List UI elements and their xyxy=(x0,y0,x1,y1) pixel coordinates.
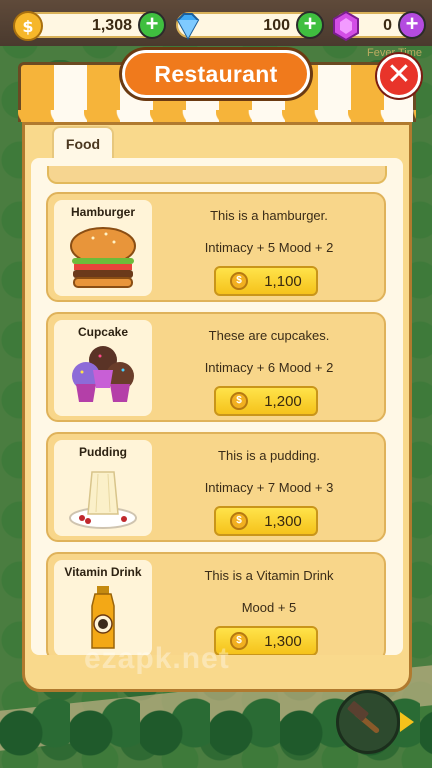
close-icon: ✕ xyxy=(386,58,412,91)
coin-value: 1,308 xyxy=(91,17,132,34)
svg-text:$: $ xyxy=(22,17,33,36)
close-button[interactable]: ✕ xyxy=(377,54,421,98)
crystal-counter: 0 + xyxy=(333,10,426,42)
coin-counter: $ 1,308 + xyxy=(13,11,166,41)
coin-icon: $ xyxy=(230,512,248,530)
food-item-cupcake[interactable]: Cupcake These are cupcakes. Intimacy + 6… xyxy=(46,312,386,422)
item-price: 1,100 xyxy=(264,273,302,290)
item-thumbnail: Cupcake xyxy=(54,320,152,416)
tab-food[interactable]: Food xyxy=(52,126,114,160)
expand-arrow-icon[interactable] xyxy=(400,712,414,732)
item-thumbnail: Hamburger xyxy=(54,200,152,296)
item-description: These are cupcakes. xyxy=(208,328,330,343)
buy-button[interactable]: $ 1,100 xyxy=(214,266,318,296)
vitamin-drink-icon xyxy=(91,586,115,649)
dialog-title: Restaurant xyxy=(122,50,310,98)
status-bar: $ 1,308 + 100 + 0 + xyxy=(0,0,432,46)
gem-counter: 100 + xyxy=(176,11,324,41)
food-item-hamburger[interactable]: Hamburger This is a hamburger. Intimacy … xyxy=(46,192,386,302)
food-item-vitamin-drink[interactable]: Vitamin Drink This is a Vitamin Drink Mo… xyxy=(46,552,386,655)
item-description: This is a pudding. xyxy=(218,448,320,463)
buy-button[interactable]: $ 1,300 xyxy=(214,506,318,536)
item-name: Pudding xyxy=(79,445,127,459)
pudding-icon xyxy=(69,471,137,529)
buy-button[interactable]: $ 1,200 xyxy=(214,386,318,416)
add-crystals-button[interactable]: + xyxy=(398,11,426,39)
item-name: Hamburger xyxy=(70,205,135,219)
food-item-pudding[interactable]: Pudding This is a pudding. Intimacy + 7 … xyxy=(46,432,386,542)
add-gems-button[interactable]: + xyxy=(296,11,324,39)
hamburger-icon xyxy=(70,227,136,288)
crystal-icon xyxy=(333,10,359,42)
item-stats: Mood + 5 xyxy=(241,600,297,615)
item-thumbnail: Vitamin Drink xyxy=(54,560,152,655)
crystal-value: 0 xyxy=(383,17,392,34)
item-price: 1,300 xyxy=(264,513,302,530)
item-price: 1,200 xyxy=(264,393,302,410)
gem-value: 100 xyxy=(263,17,290,34)
watermark: ezapk.net xyxy=(84,642,230,675)
food-list[interactable]: Hamburger This is a hamburger. Intimacy … xyxy=(31,158,403,655)
item-name: Vitamin Drink xyxy=(64,565,142,579)
item-description: This is a hamburger. xyxy=(210,208,328,223)
coin-icon: $ xyxy=(230,272,248,290)
coin-icon: $ xyxy=(13,11,43,41)
hammer-icon xyxy=(347,701,380,733)
item-stats: Intimacy + 7 Mood + 3 xyxy=(204,480,334,495)
diamond-icon xyxy=(176,13,200,41)
item-description: This is a Vitamin Drink xyxy=(204,568,334,583)
list-top-edge xyxy=(47,166,387,184)
item-thumbnail: Pudding xyxy=(54,440,152,536)
add-coins-button[interactable]: + xyxy=(138,11,166,39)
coin-icon: $ xyxy=(230,392,248,410)
item-stats: Intimacy + 6 Mood + 2 xyxy=(204,360,334,375)
build-button[interactable] xyxy=(336,690,400,754)
item-stats: Intimacy + 5 Mood + 2 xyxy=(204,240,334,255)
cupcake-icon xyxy=(72,346,134,402)
item-name: Cupcake xyxy=(77,325,129,339)
